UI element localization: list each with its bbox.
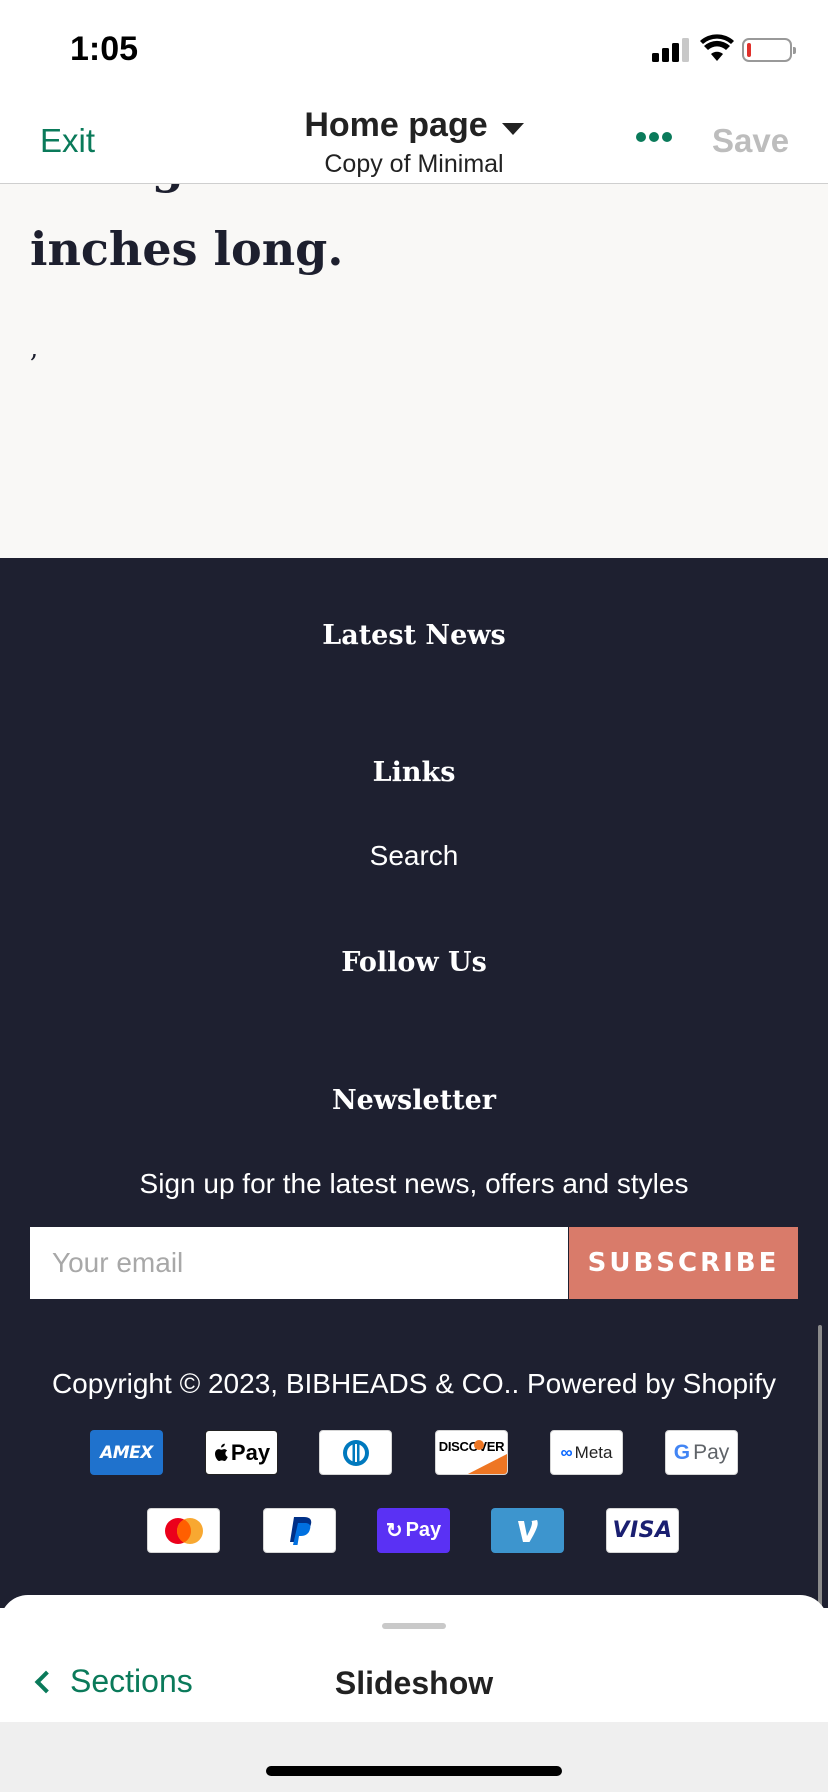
more-options-button[interactable] (636, 132, 672, 144)
newsletter-heading: Newsletter (331, 1085, 497, 1116)
latest-news-heading: Latest News (322, 620, 506, 651)
sheet-drag-handle[interactable] (382, 1623, 446, 1629)
cellular-signal-icon (652, 38, 690, 62)
editor-header: Exit Home page Copy of Minimal Save (0, 94, 828, 184)
save-button[interactable]: Save (712, 122, 789, 160)
shop-pay-icon: ↻ Pay (377, 1508, 450, 1553)
subscribe-button[interactable]: SUBSCRIBE (569, 1227, 798, 1299)
bottom-sheet[interactable]: Sections Slideshow (0, 1595, 828, 1725)
sections-back-button[interactable]: Sections (32, 1663, 193, 1700)
home-indicator[interactable] (266, 1766, 562, 1776)
shop-pay-text: Pay (405, 1519, 442, 1541)
battery-icon (742, 38, 796, 62)
status-time: 1:05 (70, 30, 139, 68)
google-g-icon: G (673, 1440, 691, 1464)
meta-text: Meta (574, 1442, 613, 1462)
meta-pay-icon: ∞ Meta (550, 1430, 623, 1475)
venmo-icon (491, 1508, 564, 1553)
store-footer[interactable]: Latest News Links Search Follow Us Newsl… (0, 558, 828, 1608)
status-bar: 1:05 (0, 0, 828, 94)
copyright-text: Copyright © 2023, BIBHEADS & CO.. Powere… (51, 1368, 777, 1399)
apple-pay-icon: Pay (205, 1430, 278, 1475)
chevron-left-icon (34, 1670, 58, 1693)
email-field[interactable] (30, 1227, 568, 1299)
newsletter-description: Sign up for the latest news, offers and … (139, 1168, 689, 1199)
content-text: inches long. (30, 222, 344, 276)
google-pay-text: Pay (693, 1440, 730, 1464)
discover-icon: DISCOVER (435, 1430, 508, 1475)
mastercard-icon (147, 1508, 220, 1553)
caret-down-icon[interactable] (501, 122, 524, 135)
scroll-indicator (818, 1325, 822, 1625)
sections-label: Sections (70, 1663, 193, 1699)
page-selector[interactable]: Home page (0, 106, 828, 145)
meta-infinity-icon: ∞ (560, 1442, 573, 1462)
content-text-cut: that goes around the head is 25 (30, 184, 828, 194)
visa-icon: VISA (606, 1508, 679, 1553)
content-trailing-text: , (30, 334, 39, 364)
page-title[interactable]: Home page (304, 106, 487, 145)
home-indicator-area (0, 1722, 828, 1792)
american-express-icon: AMEX (90, 1430, 163, 1475)
visa-text: VISA (612, 1518, 673, 1543)
diners-club-icon (319, 1430, 392, 1475)
theme-name: Copy of Minimal (324, 150, 504, 178)
paypal-icon (263, 1508, 336, 1553)
shop-pay-logo-icon: ↻ (385, 1520, 403, 1542)
amex-text: AMEX (100, 1442, 153, 1463)
rich-text-section[interactable]: that goes around the head is 25 inches l… (0, 184, 828, 558)
footer-link-search[interactable]: Search (0, 840, 828, 872)
links-heading: Links (372, 757, 456, 788)
google-pay-icon: G Pay (665, 1430, 738, 1475)
follow-us-heading: Follow Us (341, 947, 487, 978)
apple-pay-text: Pay (230, 1439, 271, 1465)
wifi-icon (700, 34, 734, 61)
